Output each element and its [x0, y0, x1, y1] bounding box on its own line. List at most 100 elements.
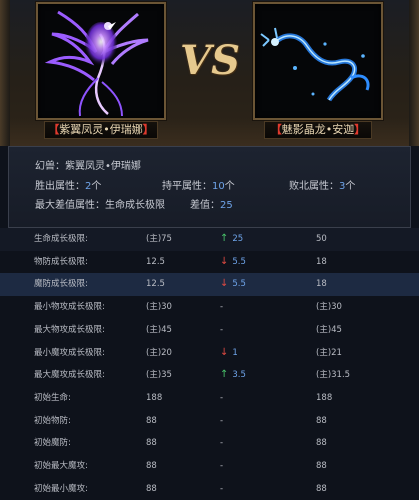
- right-value: 88: [316, 483, 327, 494]
- diff-value: 25: [220, 200, 233, 211]
- right-value: 18: [316, 256, 327, 267]
- right-value: 50: [316, 234, 327, 244]
- attribute-label: 物防成长极限:: [34, 256, 88, 267]
- dragon-image: [260, 27, 370, 102]
- max-diff-line: 最大差值属性：生命成长极限: [35, 196, 165, 211]
- left-value: 88: [146, 438, 157, 449]
- unit: 个: [91, 181, 102, 192]
- left-beast-name: 【紫翼凤灵•伊瑞娜】: [44, 121, 158, 139]
- unit: 个: [345, 181, 356, 192]
- left-beast-portrait[interactable]: [36, 2, 166, 120]
- diff-value: 5.5: [232, 279, 246, 290]
- unit: 个: [224, 181, 235, 192]
- vs-label: VS: [180, 37, 240, 84]
- right-value: 88: [316, 461, 327, 471]
- draw-count: 10: [212, 181, 225, 192]
- table-row[interactable]: 生命成长极限: (主)75 ↑ 25 50: [0, 228, 419, 251]
- diff-label: 差值：: [190, 200, 220, 211]
- up-arrow-icon: ↑: [220, 233, 229, 244]
- right-value: (主)30: [316, 302, 342, 313]
- attribute-label: 最大魔攻成长极限:: [34, 370, 105, 381]
- diff-value: 25: [232, 234, 244, 244]
- left-value: (主)30: [146, 302, 172, 313]
- draw-label: 持平属性：: [162, 181, 212, 192]
- left-value: 88: [146, 461, 157, 471]
- table-row[interactable]: 物防成长极限: 12.5 ↓ 5.5 18: [0, 251, 419, 274]
- right-value: (主)21: [316, 347, 342, 358]
- down-arrow-icon: ↓: [220, 346, 229, 358]
- table-row[interactable]: 最小魔攻成长极限: (主)20 ↓ 1 (主)21: [0, 342, 419, 365]
- diff-cell: -: [220, 324, 224, 335]
- table-row[interactable]: 魔防成长极限: 12.5 ↓ 5.5 18: [0, 273, 419, 297]
- diff-cell: ↓ 1: [220, 342, 238, 365]
- win-line: 胜出属性：2个: [35, 177, 101, 192]
- down-arrow-icon: ↓: [220, 278, 229, 290]
- down-arrow-icon: ↓: [220, 255, 229, 267]
- up-arrow-icon: ↑: [220, 369, 229, 381]
- right-beast-name-text: 魅影晶龙•安迦: [281, 123, 355, 136]
- left-value: 188: [146, 392, 163, 403]
- diff-cell: -: [220, 302, 224, 313]
- diff-cell: -: [220, 461, 224, 471]
- table-row[interactable]: 初始最小魔攻: 88 - 88: [0, 478, 419, 500]
- lose-label: 败北属性：: [289, 181, 339, 192]
- attribute-table: 生命成长极限: (主)75 ↑ 25 50 物防成长极限: 12.5 ↓ 5.5 18 魔防成长极限…: [0, 228, 419, 500]
- attribute-label: 最小物攻成长极限:: [34, 302, 105, 313]
- frame-right-edge: [409, 0, 419, 146]
- right-value: (主)31.5: [316, 370, 351, 381]
- left-value: 12.5: [146, 279, 165, 290]
- right-value: 88: [316, 415, 327, 426]
- left-value: (主)75: [146, 234, 172, 244]
- beast-line: 幻兽：紫翼凤灵•伊瑞娜: [35, 157, 141, 172]
- attribute-label: 初始最大魔攻:: [34, 461, 88, 471]
- right-value: 88: [316, 438, 327, 449]
- phoenix-image: [44, 10, 149, 117]
- max-diff-label: 最大差值属性：生命成长极限: [35, 200, 165, 211]
- attribute-label: 生命成长极限:: [34, 234, 88, 244]
- right-value: 18: [316, 279, 327, 290]
- table-row[interactable]: 初始魔防: 88 - 88: [0, 432, 419, 455]
- diff-line: 差值：25: [190, 196, 233, 211]
- table-row[interactable]: 最大物攻成长极限: (主)45 - (主)45: [0, 319, 419, 342]
- attribute-label: 初始物防:: [34, 415, 71, 426]
- attribute-label: 初始最小魔攻:: [34, 483, 88, 494]
- comparison-header: VS 【紫翼凤灵•伊瑞娜】 【魅影晶龙•安迦】: [0, 0, 419, 146]
- left-beast-name-text: 紫翼凤灵•伊瑞娜: [59, 123, 143, 136]
- attribute-label: 最大物攻成长极限:: [34, 324, 105, 335]
- left-value: (主)45: [146, 324, 172, 335]
- left-value: 88: [146, 415, 157, 426]
- draw-line: 持平属性：10个: [162, 177, 235, 192]
- lose-line: 败北属性：3个: [289, 177, 355, 192]
- left-value: (主)35: [146, 370, 172, 381]
- beast-label: 幻兽：: [35, 161, 65, 172]
- table-row[interactable]: 最小物攻成长极限: (主)30 - (主)30: [0, 296, 419, 319]
- diff-cell: -: [220, 415, 224, 426]
- diff-cell: ↓ 5.5: [220, 251, 246, 274]
- right-beast-portrait[interactable]: [253, 2, 383, 120]
- table-row[interactable]: 初始生命: 188 - 188: [0, 387, 419, 410]
- diff-cell: -: [220, 438, 224, 449]
- diff-cell: ↑ 25: [220, 228, 243, 251]
- right-value: (主)45: [316, 324, 342, 335]
- bracket-open: 【: [48, 123, 60, 136]
- left-value: 12.5: [146, 256, 165, 267]
- diff-cell: ↑ 3.5: [220, 364, 246, 387]
- attribute-label: 最小魔攻成长极限:: [34, 347, 105, 358]
- left-value: 88: [146, 483, 157, 494]
- attribute-label: 初始生命:: [34, 392, 71, 403]
- diff-value: 1: [232, 347, 238, 358]
- table-row[interactable]: 最大魔攻成长极限: (主)35 ↑ 3.5 (主)31.5: [0, 364, 419, 387]
- bracket-close: 】: [354, 123, 366, 136]
- attribute-label: 魔防成长极限:: [34, 279, 88, 290]
- beast-name: 紫翼凤灵•伊瑞娜: [65, 161, 141, 172]
- frame-left-edge: [0, 0, 10, 146]
- comparison-summary: 幻兽：紫翼凤灵•伊瑞娜 胜出属性：2个 持平属性：10个 败北属性：3个 最大差…: [8, 146, 411, 228]
- attribute-label: 初始魔防:: [34, 438, 71, 449]
- table-row[interactable]: 初始最大魔攻: 88 - 88: [0, 455, 419, 478]
- left-value: (主)20: [146, 347, 172, 358]
- right-value: 188: [316, 392, 333, 403]
- table-row[interactable]: 初始物防: 88 - 88: [0, 410, 419, 433]
- bracket-open: 【: [270, 123, 282, 136]
- diff-cell: -: [220, 392, 224, 403]
- bracket-close: 】: [142, 123, 154, 136]
